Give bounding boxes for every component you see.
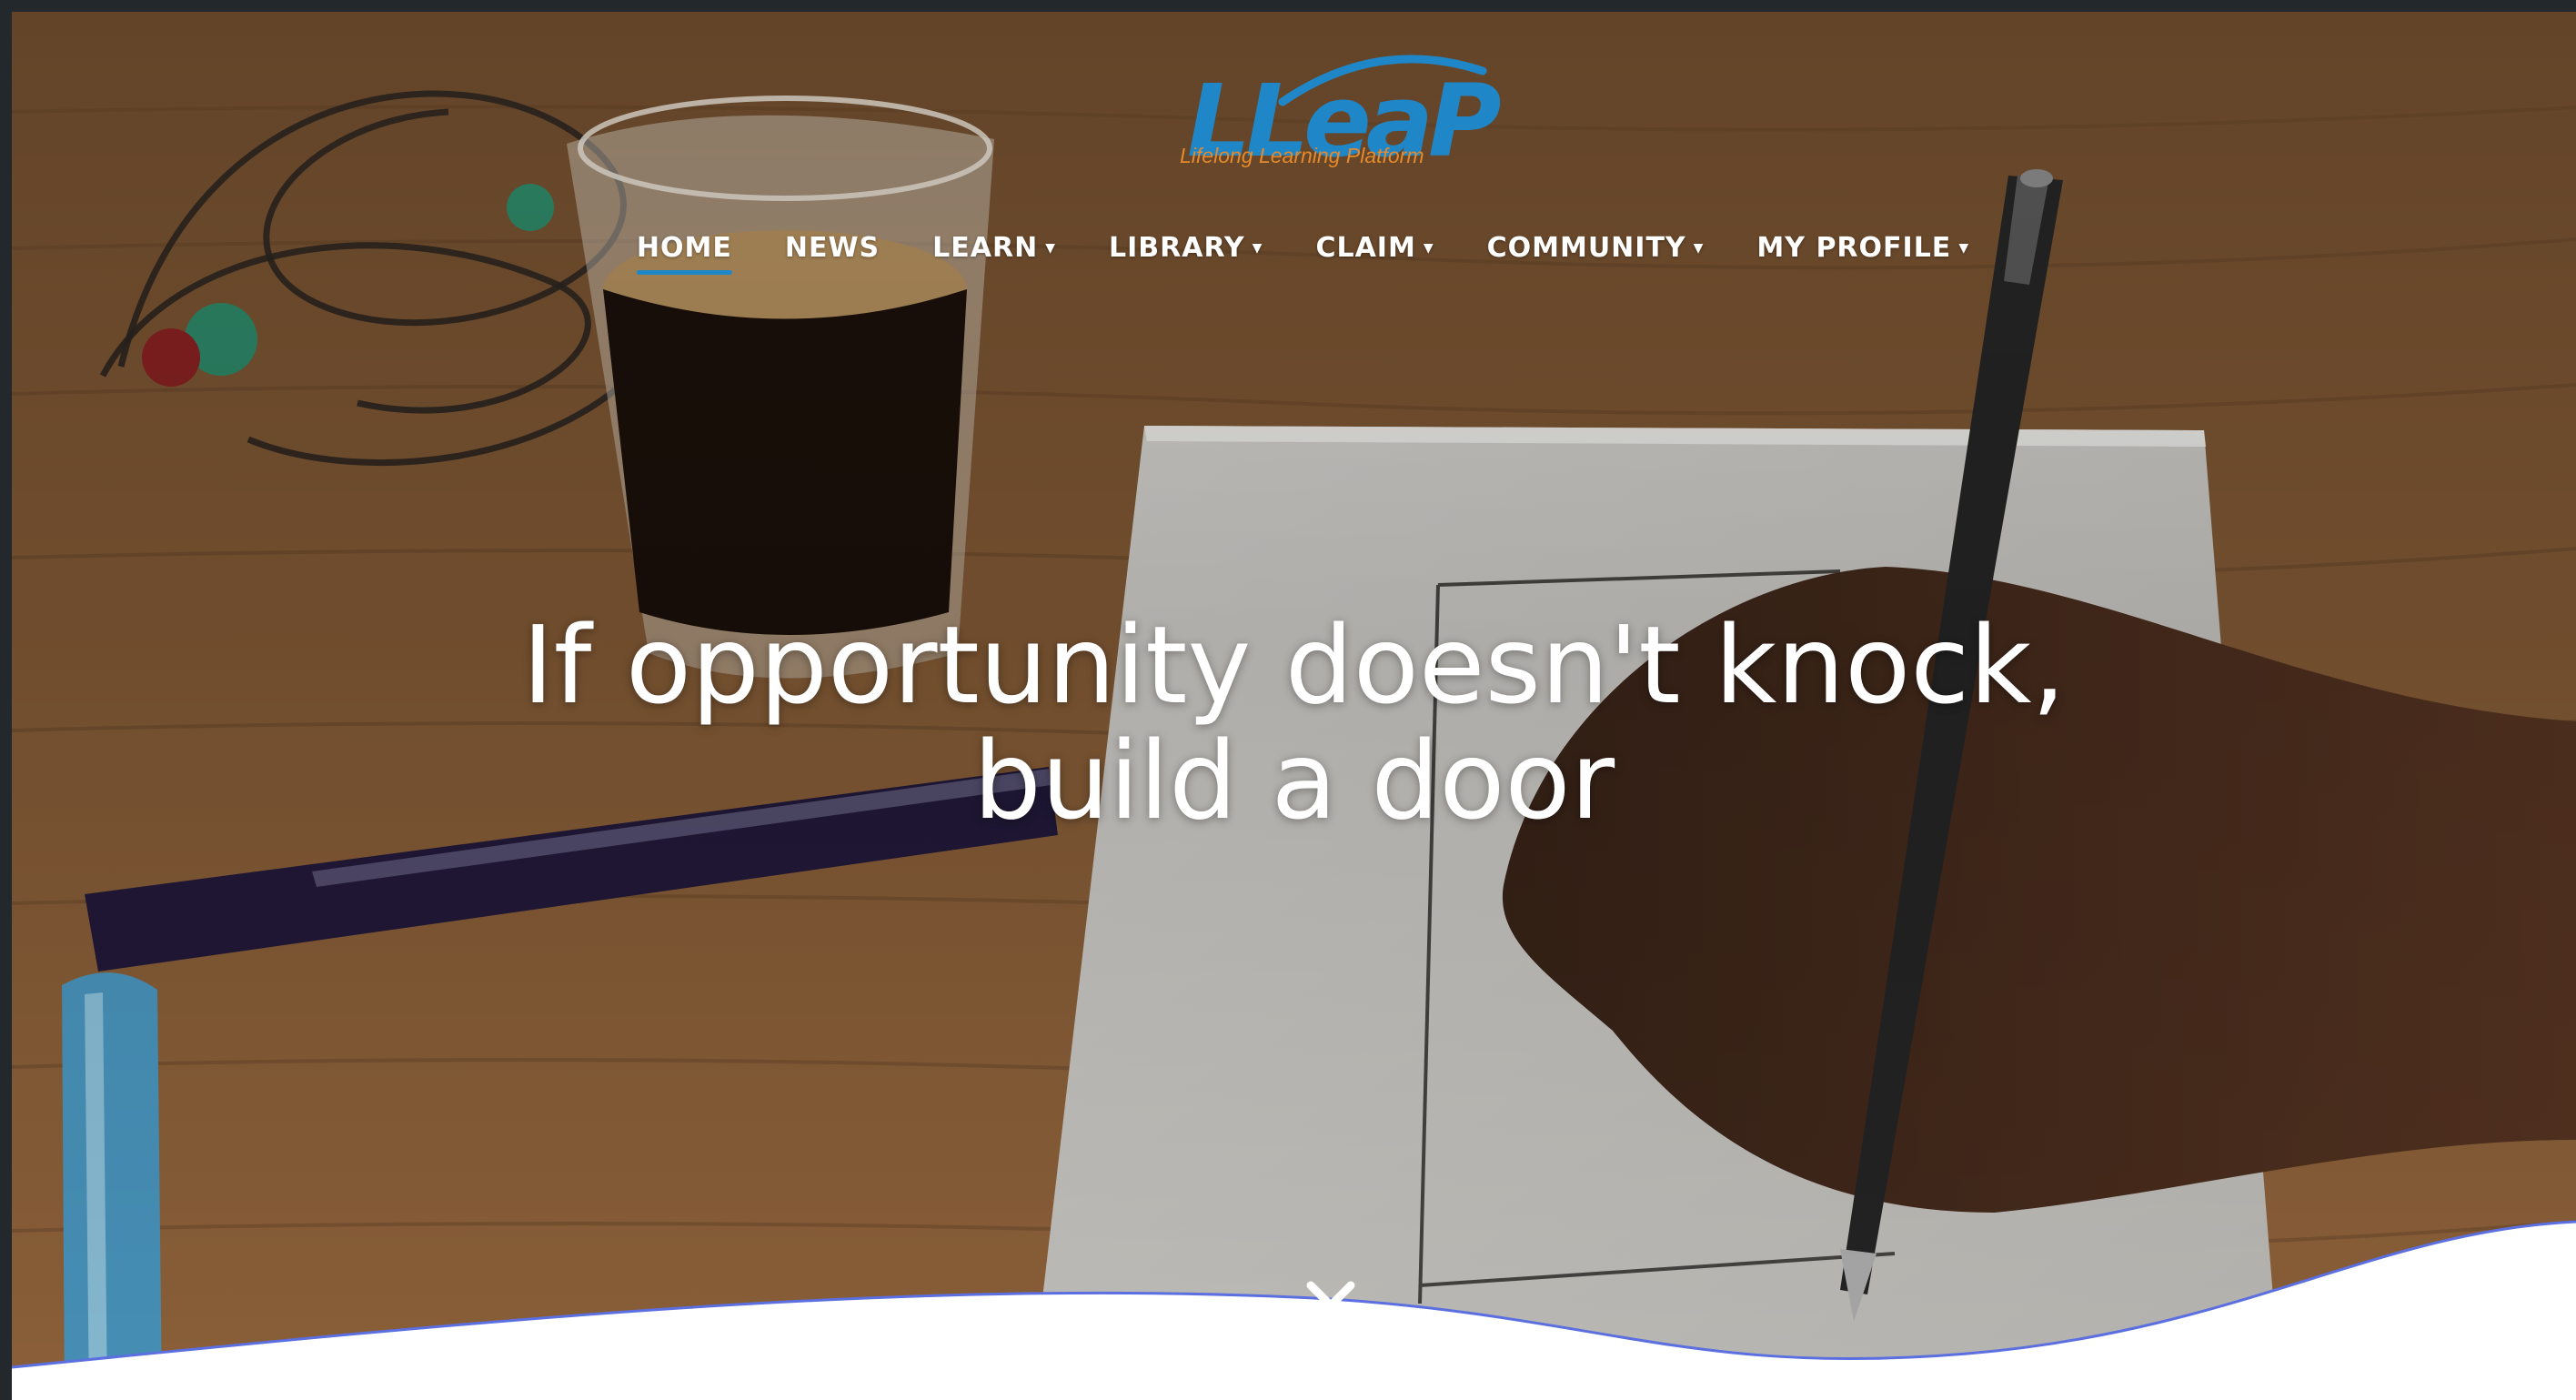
nav-label: HOME bbox=[636, 232, 732, 264]
caret-down-icon: ▼ bbox=[1693, 240, 1705, 256]
nav-label: CLAIM bbox=[1315, 232, 1416, 264]
chevron-down-icon[interactable] bbox=[1303, 1278, 1358, 1314]
nav-label: LIBRARY bbox=[1109, 232, 1245, 264]
wave-divider bbox=[12, 1220, 2576, 1400]
nav-label: LEARN bbox=[932, 232, 1039, 264]
nav-item-community[interactable]: COMMUNITY ▼ bbox=[1487, 232, 1705, 264]
nav-label: NEWS bbox=[784, 232, 880, 264]
nav-item-claim[interactable]: CLAIM ▼ bbox=[1315, 232, 1434, 264]
hero-headline: If opportunity doesn't knock, build a do… bbox=[12, 602, 2576, 844]
nav-item-news[interactable]: NEWS bbox=[785, 232, 880, 264]
main-navigation: HOME NEWS LEARN ▼ LIBRARY ▼ CLAIM ▼ COMM… bbox=[12, 232, 2576, 275]
caret-down-icon: ▼ bbox=[1045, 240, 1056, 256]
site-logo[interactable]: LLeaP Lifelong Learning Platform bbox=[1169, 36, 1502, 182]
caret-down-icon: ▼ bbox=[1252, 240, 1263, 256]
nav-item-library[interactable]: LIBRARY ▼ bbox=[1109, 232, 1263, 264]
nav-label: MY PROFILE bbox=[1756, 232, 1952, 264]
nav-item-learn[interactable]: LEARN ▼ bbox=[932, 232, 1056, 264]
hero-section: LLeaP Lifelong Learning Platform HOME NE… bbox=[12, 12, 2576, 1400]
nav-item-my-profile[interactable]: MY PROFILE ▼ bbox=[1756, 232, 1969, 264]
logo-tagline: Lifelong Learning Platform bbox=[1180, 144, 1424, 167]
nav-item-home[interactable]: HOME bbox=[636, 232, 732, 275]
caret-down-icon: ▼ bbox=[1958, 240, 1970, 256]
caret-down-icon: ▼ bbox=[1423, 240, 1434, 256]
nav-label: COMMUNITY bbox=[1486, 232, 1686, 264]
hero-headline-line-1: If opportunity doesn't knock, bbox=[522, 602, 2066, 728]
hero-headline-line-2: build a door bbox=[972, 718, 1615, 844]
